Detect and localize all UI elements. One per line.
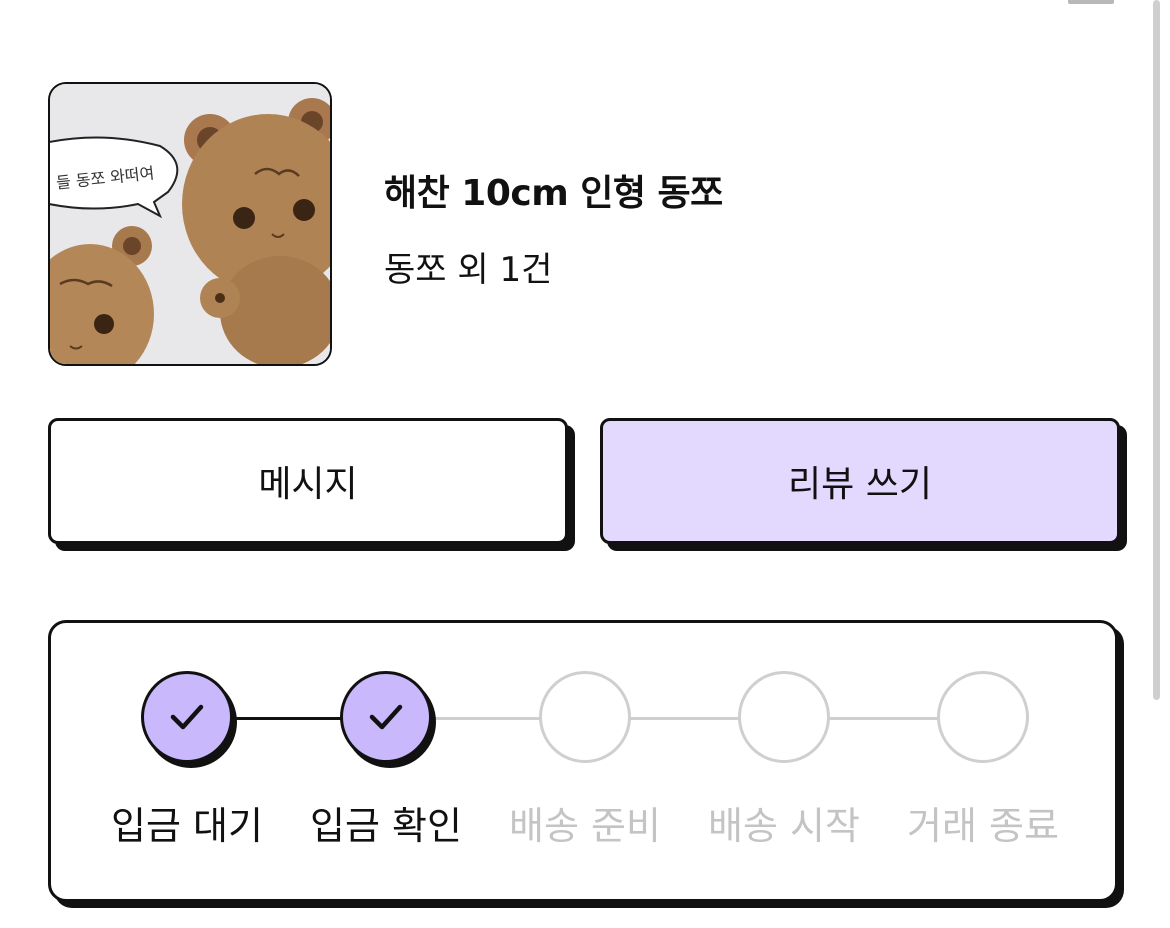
step-circle — [340, 671, 432, 763]
step-label: 입금 확인 — [310, 804, 462, 848]
product-subtitle: 동쪼 외 1건 — [384, 250, 553, 290]
step-label: 입금 대기 — [111, 804, 263, 848]
write-review-button[interactable]: 리뷰 쓰기 — [600, 418, 1120, 544]
step-circle — [937, 671, 1029, 763]
check-icon — [170, 704, 204, 730]
plush-bear-illustration: 들 동쪼 와떠여 — [50, 84, 330, 364]
step-circle — [141, 671, 233, 763]
product-thumbnail[interactable]: 들 동쪼 와떠여 — [48, 82, 332, 366]
product-summary: 들 동쪼 와떠여 해찬 10cm 인형 동쪼 동쪼 외 1건 — [48, 82, 1118, 372]
product-title: 해찬 10cm 인형 동쪼 — [384, 173, 723, 214]
order-progress-tracker: 입금 대기 입금 확인 배송 준비 배송 시작 거래 종료 — [48, 620, 1118, 902]
step-connector — [231, 717, 342, 720]
step-label: 배송 준비 — [509, 804, 661, 848]
step-label: 배송 시작 — [708, 804, 860, 848]
step-connector — [430, 717, 541, 720]
check-icon — [369, 704, 403, 730]
step-circle — [539, 671, 631, 763]
scrollbar[interactable] — [1153, 0, 1160, 700]
message-button[interactable]: 메시지 — [48, 418, 568, 544]
step-label: 거래 종료 — [907, 804, 1059, 848]
step-connector — [629, 717, 740, 720]
top-handle — [1068, 0, 1114, 4]
step-connector — [828, 717, 939, 720]
step-circle — [738, 671, 830, 763]
